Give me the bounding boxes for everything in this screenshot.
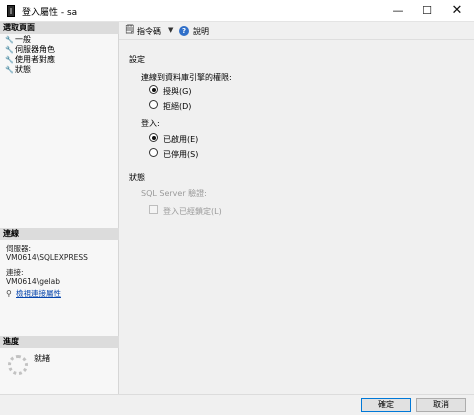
ok-button[interactable]: 確定 — [361, 398, 411, 412]
chevron-down-icon[interactable]: ▼ — [168, 26, 173, 34]
view-connection-properties-link[interactable]: 檢視連接屬性 — [16, 289, 61, 298]
progress-header: 進度 — [0, 336, 119, 348]
deny-label[interactable]: 拒絕(D) — [163, 101, 191, 112]
title-bar: 登入屬性 - sa — ☐ ✕ — [0, 0, 474, 22]
connection-label: 連接: — [6, 268, 24, 277]
connection-value: VM0614\gelab — [6, 277, 61, 286]
sidebar: 選取頁面 🔧一般 🔧伺服器角色 🔧使用者對應 🔧狀態 連線 伺服器: VM061… — [0, 22, 119, 394]
view-connection-row: ⚲ 檢視連接屬性 — [6, 289, 116, 298]
connection-info: 伺服器: VM0614\SQLEXPRESS 連接: VM0614\gelab … — [6, 244, 116, 298]
maximize-button[interactable]: ☐ — [413, 0, 441, 22]
sidebar-item-server-roles[interactable]: 🔧伺服器角色 — [0, 45, 119, 55]
window-title: 登入屬性 - sa — [22, 8, 78, 18]
server-value: VM0614\SQLEXPRESS — [6, 253, 88, 262]
disabled-label[interactable]: 已停用(S) — [163, 149, 198, 160]
deny-radio[interactable] — [149, 100, 158, 109]
sidebar-item-status[interactable]: 🔧狀態 — [0, 65, 119, 75]
sql-auth-label: SQL Server 驗證: — [141, 189, 207, 198]
dialog-footer: 確定 取消 — [0, 394, 474, 415]
app-icon — [7, 5, 15, 17]
help-button[interactable]: 說明 — [193, 26, 209, 37]
sidebar-item-general[interactable]: 🔧一般 — [0, 35, 119, 45]
script-icon[interactable]: 🗒 — [124, 25, 135, 35]
sidebar-item-label: 使用者對應 — [15, 55, 55, 64]
settings-section-label: 設定 — [129, 55, 145, 64]
select-page-header: 選取頁面 — [0, 22, 119, 34]
toolbar: 🗒 指令碼 ▼ ? 說明 — [119, 22, 474, 40]
wrench-icon: 🔧 — [5, 56, 14, 64]
login-label: 登入: — [141, 119, 160, 128]
grant-label[interactable]: 授與(G) — [163, 86, 191, 97]
progress-area: 就緒 — [6, 352, 116, 382]
grant-radio[interactable] — [149, 85, 158, 94]
wrench-icon: 🔧 — [5, 46, 14, 54]
connection-header: 連線 — [0, 228, 119, 240]
sidebar-item-label: 狀態 — [15, 65, 31, 74]
wrench-icon: 🔧 — [5, 66, 14, 74]
server-label: 伺服器: — [6, 244, 32, 253]
connection-properties-icon: ⚲ — [6, 289, 12, 298]
script-button[interactable]: 指令碼 — [137, 26, 161, 37]
progress-spinner-icon — [8, 355, 28, 375]
help-icon[interactable]: ? — [179, 26, 189, 36]
enabled-label[interactable]: 已啟用(E) — [163, 134, 198, 145]
minimize-button[interactable]: — — [384, 0, 412, 22]
wrench-icon: 🔧 — [5, 36, 14, 44]
permission-label: 連線到資料庫引擎的權限: — [141, 73, 232, 82]
page-list: 🔧一般 🔧伺服器角色 🔧使用者對應 🔧狀態 — [0, 35, 119, 75]
cancel-button[interactable]: 取消 — [416, 398, 466, 412]
main-panel: 🗒 指令碼 ▼ ? 說明 設定 連線到資料庫引擎的權限: 授與(G) 拒絕(D)… — [119, 22, 474, 394]
sidebar-item-label: 伺服器角色 — [15, 45, 55, 54]
disabled-radio[interactable] — [149, 148, 158, 157]
sidebar-item-user-mapping[interactable]: 🔧使用者對應 — [0, 55, 119, 65]
sidebar-item-label: 一般 — [15, 35, 31, 44]
status-section-label: 狀態 — [129, 173, 145, 182]
locked-out-checkbox[interactable] — [149, 205, 158, 214]
close-button[interactable]: ✕ — [443, 0, 471, 22]
enabled-radio[interactable] — [149, 133, 158, 142]
progress-status: 就緒 — [34, 354, 50, 363]
locked-out-label[interactable]: 登入已經鎖定(L) — [163, 206, 222, 217]
